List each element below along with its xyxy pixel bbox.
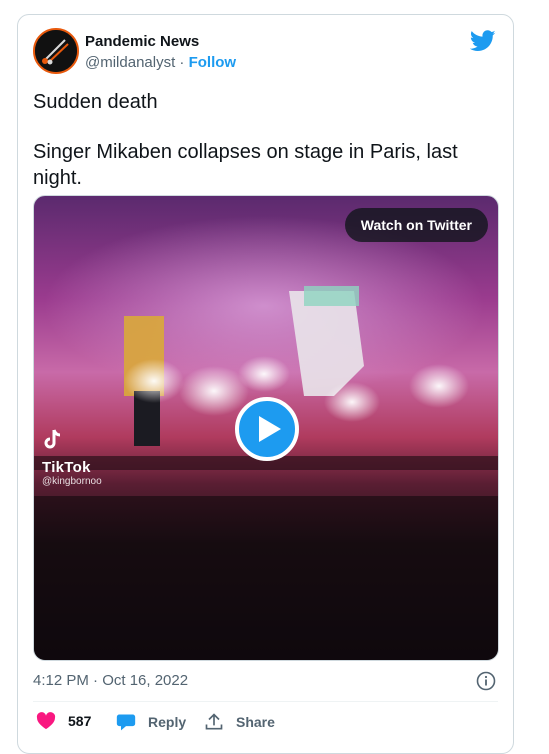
heart-icon: [36, 712, 56, 730]
author-handle-line: @mildanalyst · Follow: [85, 54, 236, 71]
follow-button[interactable]: Follow: [189, 54, 237, 71]
author-handle[interactable]: @mildanalyst: [85, 54, 175, 71]
info-icon[interactable]: [476, 671, 496, 691]
share-label: Share: [236, 714, 275, 730]
like-button[interactable]: 587: [36, 712, 91, 730]
tiktok-logo-icon: [44, 429, 61, 449]
tiktok-watermark: TikTok @kingbornoo: [42, 428, 102, 487]
avatar[interactable]: [33, 28, 79, 74]
handle-separator: ·: [175, 54, 189, 71]
like-count: 587: [68, 713, 92, 729]
divider: [33, 701, 498, 702]
speech-bubble-icon: [116, 714, 136, 731]
play-button[interactable]: [235, 397, 299, 461]
share-button[interactable]: Share: [204, 712, 275, 732]
tweet-text-line-2: Singer Mikaben collapses on stage in Par…: [33, 141, 458, 189]
play-icon: [259, 416, 281, 442]
tweet-card[interactable]: Pandemic News @mildanalyst · Follow Sudd…: [17, 14, 514, 754]
tiktok-handle: @kingbornoo: [42, 476, 102, 487]
tweet-timestamp[interactable]: 4:12 PM · Oct 16, 2022: [33, 672, 188, 689]
tiktok-brand: TikTok: [42, 459, 91, 476]
avatar-logo-icon: [35, 30, 77, 72]
video-player[interactable]: Watch on Twitter TikTok @kingbornoo: [33, 195, 499, 661]
share-upload-icon: [205, 713, 223, 730]
watch-on-twitter-button[interactable]: Watch on Twitter: [344, 208, 488, 242]
author-name[interactable]: Pandemic News: [85, 33, 199, 50]
tweet-text-line-1: Sudden death: [33, 91, 158, 113]
reply-label: Reply: [148, 714, 187, 730]
reply-button[interactable]: Reply: [116, 712, 186, 732]
twitter-bird-icon[interactable]: [470, 30, 496, 52]
